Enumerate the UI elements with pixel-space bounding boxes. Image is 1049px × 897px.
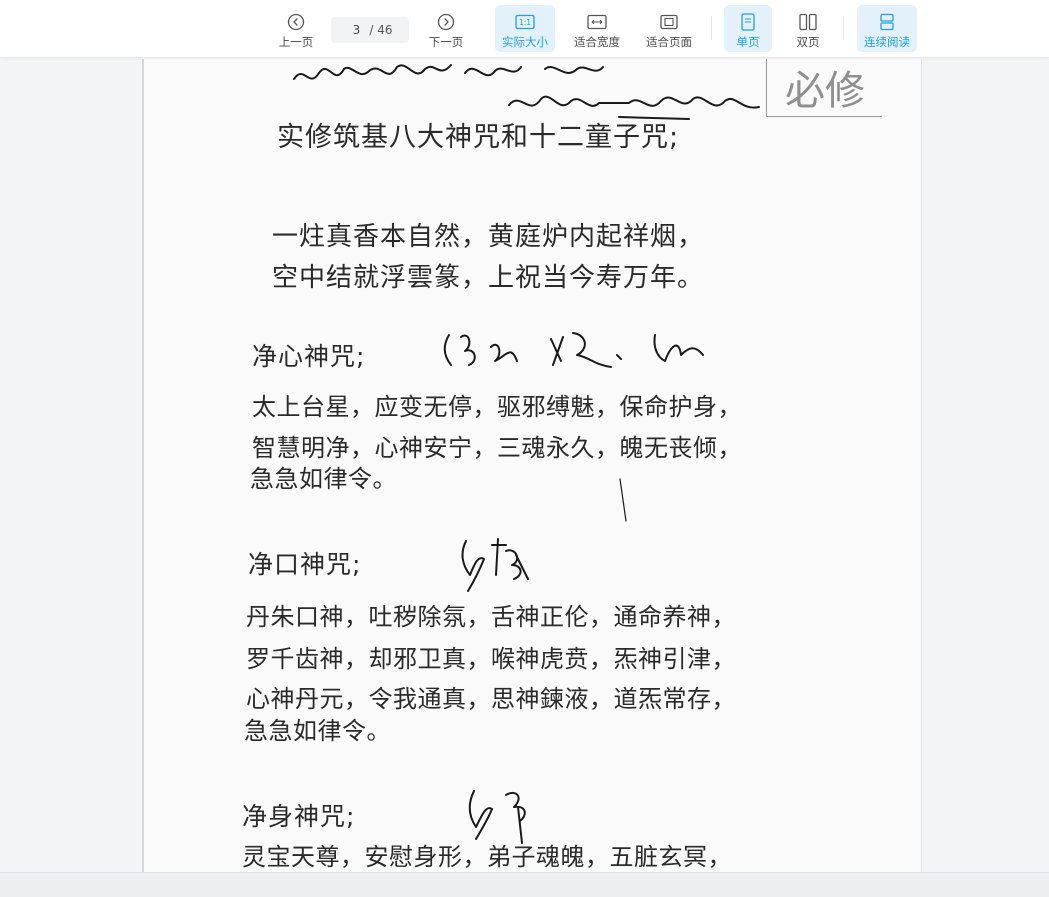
continuous-reading-button[interactable]: 连续阅读 <box>857 5 917 52</box>
toolbar-divider <box>843 16 844 40</box>
section-heading: 净口神咒; <box>248 550 362 579</box>
double-page-button[interactable]: 双页 <box>786 5 830 52</box>
actual-size-label: 实际大小 <box>502 35 548 49</box>
next-page-label: 下一页 <box>428 35 464 49</box>
handwritten-mark <box>619 478 627 522</box>
body-line: 心神丹元，令我通真，思神鍊液，道炁常存， <box>246 685 736 713</box>
body-line: 急急如律令。 <box>244 717 391 745</box>
page-total: / 46 <box>369 23 393 37</box>
page-number-input[interactable] <box>344 23 369 37</box>
double-page-icon <box>798 12 818 32</box>
handwritten-note <box>468 790 526 844</box>
handwritten-note <box>443 332 704 368</box>
body-line: 灵宝天尊，安慰身形，弟子魂魄，五脏玄冥， <box>242 843 732 871</box>
fit-page-icon <box>659 12 679 32</box>
continuous-reading-icon <box>877 12 897 32</box>
svg-text:1:1: 1:1 <box>519 18 531 27</box>
handwritten-note <box>461 538 529 592</box>
double-page-label: 双页 <box>796 35 820 49</box>
document-viewer[interactable]: 必修 实修筑基八大神咒和十二童子咒; 一炷真香本自然，黄庭炉内起祥烟， 空中结就… <box>0 59 1049 872</box>
viewer-toolbar: 上一页 / 46 下一页 1:1 实际大小 适合宽度 适合页面 单页 <box>0 0 1049 58</box>
fit-page-label: 适合页面 <box>646 35 692 49</box>
body-line: 智慧明净，心神安宁，三魂永久，魄无丧倾， <box>252 434 742 462</box>
chevron-left-icon <box>286 12 306 32</box>
required-stamp: 必修 <box>766 59 882 117</box>
body-line: 丹朱口神，吐秽除氛，舌神正伦，通命养神， <box>246 603 736 631</box>
single-page-icon <box>738 12 758 32</box>
toolbar-divider <box>711 16 712 40</box>
actual-size-icon: 1:1 <box>515 12 535 32</box>
chevron-right-icon <box>436 12 456 32</box>
next-page-button[interactable]: 下一页 <box>426 5 466 52</box>
prev-page-button[interactable]: 上一页 <box>276 5 316 52</box>
verse-line: 空中结就浮雲篆，上祝当今寿万年。 <box>272 263 705 293</box>
fit-width-icon <box>587 12 607 32</box>
body-line: 急急如律令。 <box>250 465 397 493</box>
svg-text:必修: 必修 <box>785 68 865 114</box>
body-line: 罗千齿神，却邪卫真，喉神虎贲，炁神引津， <box>246 645 736 673</box>
body-line: 太上台星，应变无停，驱邪缚魅，保命护身， <box>252 393 742 421</box>
continuous-reading-label: 连续阅读 <box>864 35 910 49</box>
fit-width-button[interactable]: 适合宽度 <box>571 5 623 52</box>
bottom-status-bar <box>0 872 1049 897</box>
single-page-button[interactable]: 单页 <box>724 5 772 52</box>
document-title: 实修筑基八大神咒和十二童子咒; <box>277 122 680 153</box>
fit-page-button[interactable]: 适合页面 <box>643 5 695 52</box>
section-heading: 净心神咒; <box>252 342 366 371</box>
fit-width-label: 适合宽度 <box>574 35 620 49</box>
page-number-box: / 46 <box>331 17 409 43</box>
prev-page-label: 上一页 <box>278 35 314 49</box>
actual-size-button[interactable]: 1:1 实际大小 <box>495 5 555 52</box>
section-heading: 净身神咒; <box>242 802 356 831</box>
verse-line: 一炷真香本自然，黄庭炉内起祥烟， <box>272 222 705 252</box>
single-page-label: 单页 <box>736 35 760 49</box>
scanned-page: 必修 实修筑基八大神咒和十二童子咒; 一炷真香本自然，黄庭炉内起祥烟， 空中结就… <box>142 59 922 872</box>
